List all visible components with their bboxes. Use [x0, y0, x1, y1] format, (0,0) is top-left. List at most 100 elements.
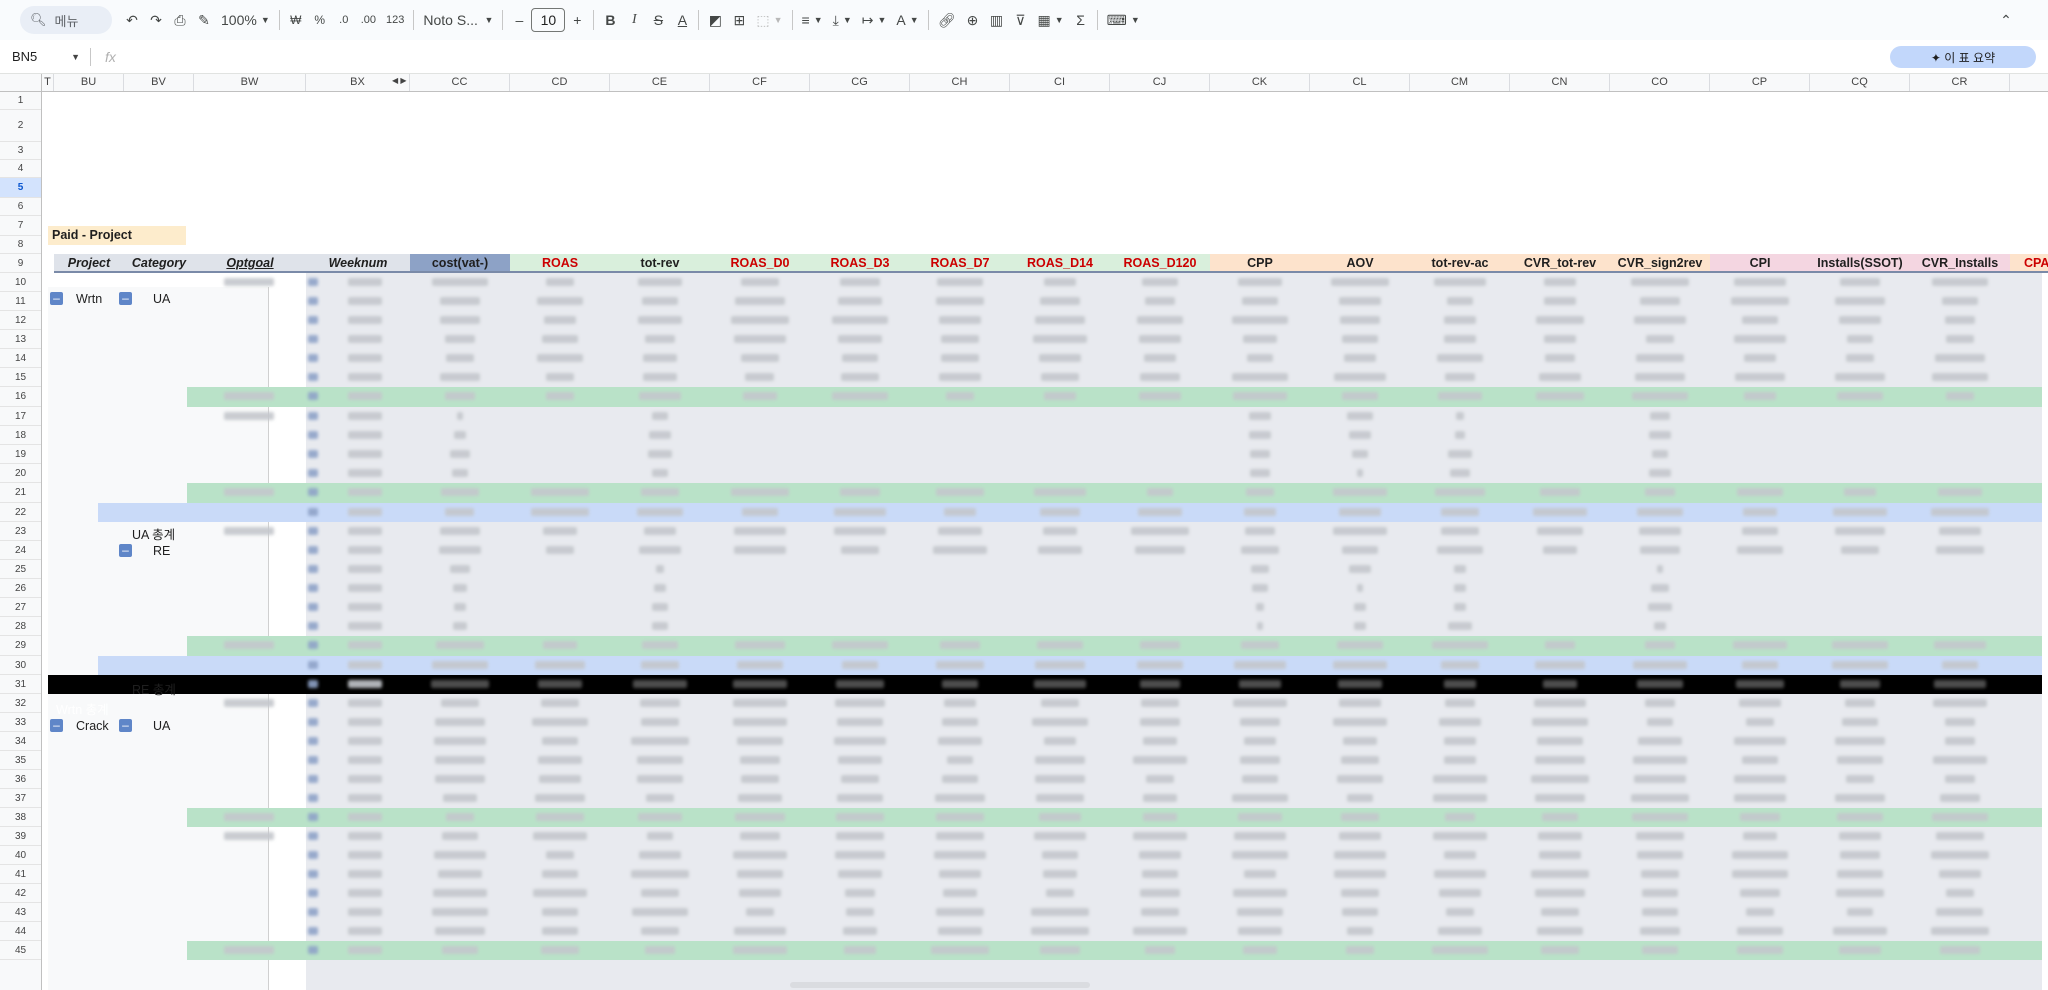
row-header-1[interactable]: 1: [0, 92, 41, 110]
undo-icon[interactable]: ↶: [120, 6, 144, 34]
currency-format-button[interactable]: ₩: [284, 6, 308, 34]
row-header-40[interactable]: 40: [0, 846, 41, 865]
redo-icon[interactable]: ↷: [144, 6, 168, 34]
row-header-33[interactable]: 33: [0, 713, 41, 732]
row-header-25[interactable]: 25: [0, 560, 41, 579]
decrease-decimal-button[interactable]: .0: [332, 6, 356, 34]
column-header-cp[interactable]: CP: [1710, 74, 1810, 91]
collapse-group-icon[interactable]: –: [119, 292, 132, 305]
merge-cells-icon[interactable]: ⬚ ▼: [751, 6, 787, 34]
borders-icon[interactable]: ⊞: [727, 6, 751, 34]
horizontal-scrollbar[interactable]: [790, 982, 1090, 988]
increase-decimal-button[interactable]: .00: [356, 6, 381, 34]
row-header-36[interactable]: 36: [0, 770, 41, 789]
column-header-cm[interactable]: CM: [1410, 74, 1510, 91]
row-header-3[interactable]: 3: [0, 142, 41, 160]
row-header-19[interactable]: 19: [0, 445, 41, 464]
zoom-select[interactable]: 100% ▼: [216, 6, 275, 34]
increase-font-size-button[interactable]: +: [565, 6, 589, 34]
row-header-9[interactable]: 9: [0, 254, 41, 273]
print-icon[interactable]: ⎙: [168, 6, 192, 34]
row-header-44[interactable]: 44: [0, 922, 41, 941]
row-header-5[interactable]: 5: [0, 178, 41, 198]
percent-format-button[interactable]: %: [308, 6, 332, 34]
vertical-align-icon[interactable]: ⤓ ▼: [828, 6, 857, 34]
comment-icon[interactable]: ⊕: [960, 6, 984, 34]
text-rotation-icon[interactable]: A ▼: [891, 6, 923, 34]
italic-button[interactable]: I: [622, 6, 646, 34]
row-header-28[interactable]: 28: [0, 617, 41, 636]
row-header-2[interactable]: 2: [0, 110, 41, 142]
collapse-group-icon[interactable]: –: [50, 719, 63, 732]
collapse-group-icon[interactable]: –: [119, 544, 132, 557]
column-header-cj[interactable]: CJ: [1110, 74, 1210, 91]
column-header-cc[interactable]: CC: [410, 74, 510, 91]
column-header-ch[interactable]: CH: [910, 74, 1010, 91]
horizontal-align-icon[interactable]: ≡ ▼: [797, 6, 828, 34]
formula-input[interactable]: [116, 40, 2048, 73]
collapse-group-icon[interactable]: –: [50, 292, 63, 305]
row-header-39[interactable]: 39: [0, 827, 41, 846]
row-header-15[interactable]: 15: [0, 368, 41, 387]
row-header-38[interactable]: 38: [0, 808, 41, 827]
row-header-32[interactable]: 32: [0, 694, 41, 713]
row-header-6[interactable]: 6: [0, 198, 41, 216]
functions-icon[interactable]: Σ: [1069, 6, 1093, 34]
column-header-co[interactable]: CO: [1610, 74, 1710, 91]
decrease-font-size-button[interactable]: –: [507, 6, 531, 34]
paint-format-icon[interactable]: ✎: [192, 6, 216, 34]
row-header-35[interactable]: 35: [0, 751, 41, 770]
column-header-bw[interactable]: BW: [194, 74, 306, 91]
row-header-37[interactable]: 37: [0, 789, 41, 808]
number-format-button[interactable]: 123: [381, 6, 409, 34]
row-header-10[interactable]: 10: [0, 273, 41, 292]
row-header-18[interactable]: 18: [0, 426, 41, 445]
row-header-31[interactable]: 31: [0, 675, 41, 694]
hidden-columns-arrows-icon[interactable]: ◀ ▶: [392, 76, 407, 85]
collapse-group-icon[interactable]: –: [119, 719, 132, 732]
column-header-cq[interactable]: CQ: [1810, 74, 1910, 91]
name-box[interactable]: BN5 ▼: [0, 49, 90, 64]
row-header-26[interactable]: 26: [0, 579, 41, 598]
filter-icon[interactable]: ⊽: [1008, 6, 1032, 34]
sheet-grid[interactable]: Paid - Project Project Category Optgoal Wee…: [42, 92, 2048, 990]
row-header-41[interactable]: 41: [0, 865, 41, 884]
column-header-t[interactable]: T: [42, 74, 54, 91]
column-header-bv[interactable]: BV: [124, 74, 194, 91]
row-header-20[interactable]: 20: [0, 464, 41, 483]
column-header-cl[interactable]: CL: [1310, 74, 1410, 91]
column-header-ci[interactable]: CI: [1010, 74, 1110, 91]
row-header-21[interactable]: 21: [0, 483, 41, 503]
column-header-cg[interactable]: CG: [810, 74, 910, 91]
font-size-input[interactable]: 10: [531, 8, 566, 32]
fill-color-icon[interactable]: ◩: [703, 6, 727, 34]
row-header-16[interactable]: 16: [0, 387, 41, 407]
strikethrough-button[interactable]: S: [646, 6, 670, 34]
chart-icon[interactable]: ▥: [984, 6, 1008, 34]
input-tools-icon[interactable]: ⌨ ▼: [1102, 6, 1145, 34]
row-header-30[interactable]: 30: [0, 656, 41, 675]
row-header-7[interactable]: 7: [0, 216, 41, 236]
row-header-22[interactable]: 22: [0, 503, 41, 522]
row-header-12[interactable]: 12: [0, 311, 41, 330]
row-header-45[interactable]: 45: [0, 941, 41, 960]
filter-views-icon[interactable]: ▦ ▼: [1032, 6, 1068, 34]
row-header-8[interactable]: 8: [0, 236, 41, 254]
row-header-27[interactable]: 27: [0, 598, 41, 617]
menu-search[interactable]: 🔍︎ 메뉴: [20, 6, 112, 34]
row-header-23[interactable]: 23: [0, 522, 41, 541]
row-header-17[interactable]: 17: [0, 407, 41, 426]
text-color-button[interactable]: A: [670, 6, 694, 34]
column-header-cr[interactable]: CR: [1910, 74, 2010, 91]
column-header-ce[interactable]: CE: [610, 74, 710, 91]
text-wrapping-icon[interactable]: ↦ ▼: [857, 6, 892, 34]
font-select[interactable]: Noto S... ▼: [418, 6, 498, 34]
column-header-cf[interactable]: CF: [710, 74, 810, 91]
row-header-34[interactable]: 34: [0, 732, 41, 751]
column-header-cd[interactable]: CD: [510, 74, 610, 91]
row-header-14[interactable]: 14: [0, 349, 41, 368]
row-header-4[interactable]: 4: [0, 160, 41, 178]
link-icon[interactable]: 🔗︎: [933, 6, 961, 34]
collapse-toolbar-icon[interactable]: ⌃: [1994, 6, 2018, 34]
column-header-bu[interactable]: BU: [54, 74, 124, 91]
